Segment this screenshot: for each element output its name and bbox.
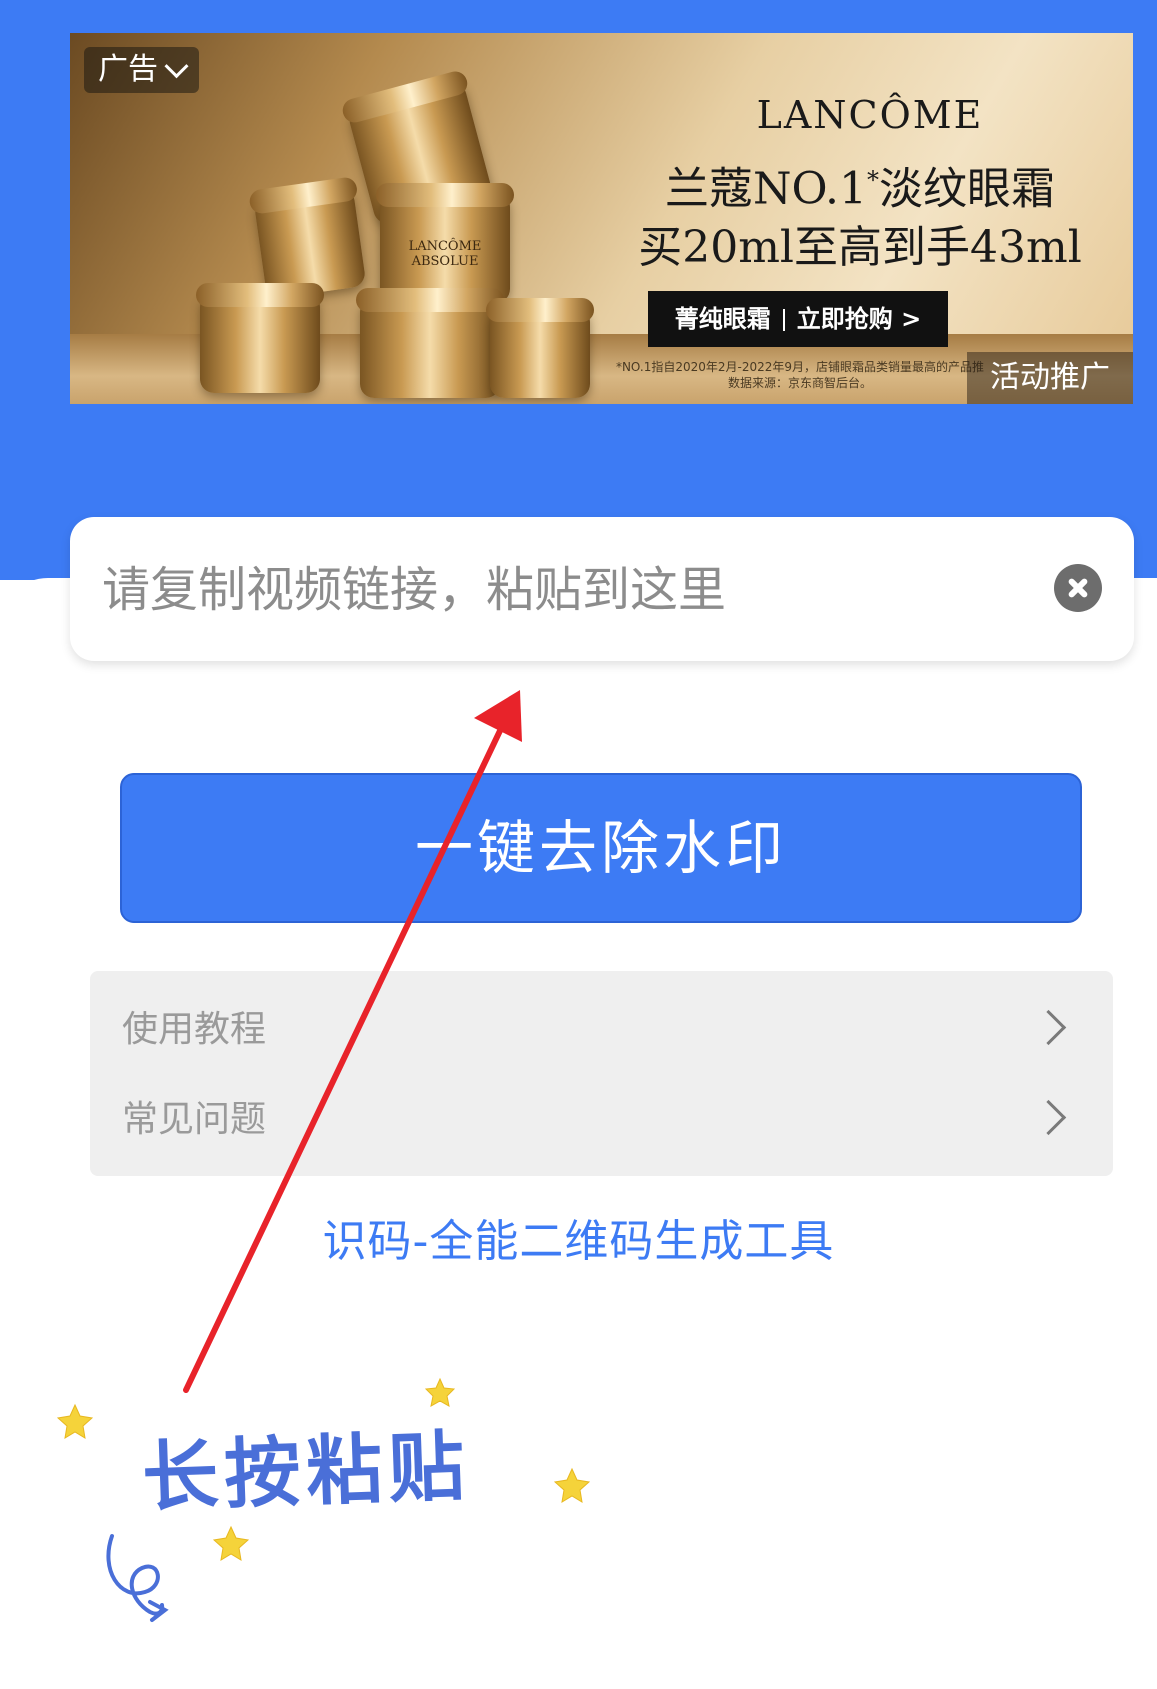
promo-label: 活动推广 <box>967 352 1133 404</box>
clear-input-icon[interactable] <box>1054 564 1102 612</box>
ad-banner[interactable]: LANCÔME ABSOLUE 广告 LANCÔME 兰蔻NO.1*淡纹眼霜 买… <box>70 33 1133 404</box>
headline-sup: * <box>866 166 879 194</box>
ad-cta-product: 菁纯眼霜 <box>674 305 771 333</box>
menu-item-label: 常见问题 <box>122 1099 267 1140</box>
headline-part-b: 淡纹眼霜 <box>878 163 1055 215</box>
headline-line-2: 买20ml至高到手43ml <box>638 221 1082 273</box>
jar-label: LANCÔME ABSOLUE <box>408 239 482 270</box>
ad-tag-label: 广告 <box>98 52 158 87</box>
menu-item-label: 使用教程 <box>122 1009 267 1050</box>
ad-headline: 兰蔻NO.1*淡纹眼霜 买20ml至高到手43ml <box>590 151 1130 277</box>
ad-footnote-line-1: *NO.1指自2020年2月-2022年9月，店铺眼霜品类销量最高的产品推 <box>615 360 985 374</box>
menu-item-tutorial[interactable]: 使用教程 <box>90 985 1113 1075</box>
product-jars-image: LANCÔME ABSOLUE <box>196 53 594 403</box>
remove-watermark-button[interactable]: 一键去除水印 <box>120 773 1082 923</box>
video-link-input[interactable] <box>100 517 1024 663</box>
menu-item-faq[interactable]: 常见问题 <box>90 1075 1113 1165</box>
chevron-right-icon <box>1030 1099 1067 1136</box>
ad-cta-button[interactable]: 菁纯眼霜 立即抢购 > <box>648 291 948 347</box>
ad-footnote-line-2: 数据来源：京东商智后台。 <box>727 376 872 390</box>
long-press-hint: 长按粘贴 <box>140 1421 472 1522</box>
chevron-down-icon <box>164 53 189 78</box>
chevron-right-icon <box>1030 1009 1067 1046</box>
brand-logo: LANCÔME <box>756 93 984 137</box>
ad-label-dropdown[interactable]: 广告 <box>84 47 199 93</box>
ad-cta-action: 立即抢购 > <box>796 305 922 333</box>
ad-footnote: *NO.1指自2020年2月-2022年9月，店铺眼霜品类销量最高的产品推 数据… <box>590 359 1010 391</box>
cta-separator <box>782 309 785 331</box>
headline-part-a: 兰蔻NO.1 <box>665 163 867 215</box>
link-input-card <box>70 517 1134 663</box>
qr-tool-link[interactable]: 识码-全能二维码生成工具 <box>0 1205 1157 1269</box>
help-menu: 使用教程 常见问题 <box>90 971 1113 1176</box>
